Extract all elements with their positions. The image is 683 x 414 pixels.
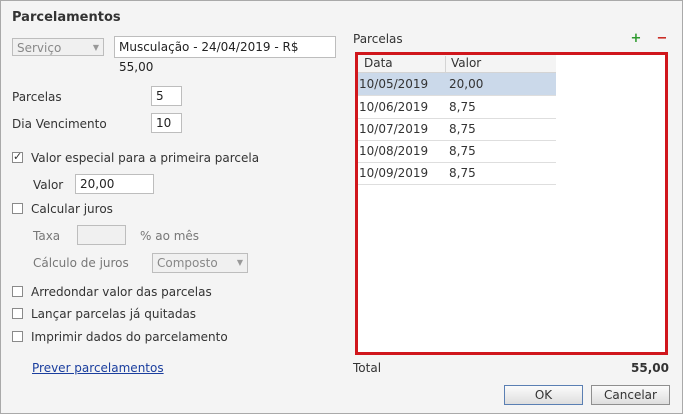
dialog-title: Parcelamentos (12, 10, 121, 25)
column-header-data[interactable]: Data (364, 56, 393, 70)
minus-icon[interactable]: − (656, 32, 668, 45)
table-row[interactable]: 10/06/2019 8,75 (358, 96, 556, 119)
dia-vencimento-input-value: 10 (156, 116, 172, 130)
valor-especial-label: Valor especial para a primeira parcela (31, 151, 260, 165)
taxa-label: Taxa (33, 229, 61, 243)
column-header-valor[interactable]: Valor (451, 56, 481, 70)
table-row[interactable]: 10/05/2019 20,00 (358, 73, 556, 96)
row-valor-cell: 8,75 (449, 100, 476, 114)
row-data-cell: 10/08/2019 (359, 144, 429, 158)
servico-description-text: Musculação - 24/04/2019 - R$ 55,00 (119, 40, 299, 74)
row-valor-cell: 8,75 (449, 122, 476, 136)
total-value: 55,00 (631, 361, 669, 375)
valor-especial-checkbox[interactable] (12, 150, 23, 163)
calculo-juros-combo[interactable]: Composto ▼ (152, 253, 248, 273)
row-valor-cell: 20,00 (449, 77, 484, 91)
row-data-cell: 10/05/2019 (359, 77, 429, 91)
servico-combo[interactable]: Serviço ▼ (12, 38, 104, 56)
arredondar-label: Arredondar valor das parcelas (31, 285, 212, 299)
total-label: Total (353, 361, 382, 375)
parcelas-input-value: 5 (156, 89, 164, 103)
ok-button[interactable]: OK (504, 385, 583, 405)
row-data-cell: 10/07/2019 (359, 122, 429, 136)
row-data-cell: 10/06/2019 (359, 100, 429, 114)
parcelas-panel-label: Parcelas (353, 32, 403, 46)
table-row[interactable]: 10/07/2019 8,75 (358, 118, 556, 141)
servico-combo-label: Serviço (17, 41, 62, 55)
parcelas-input[interactable]: 5 (151, 86, 182, 106)
valor-label: Valor (33, 178, 64, 192)
arredondar-checkbox[interactable] (12, 286, 23, 297)
chevron-down-icon: ▼ (236, 258, 243, 267)
lancar-quitadas-label: Lançar parcelas já quitadas (31, 307, 197, 321)
calcular-juros-label: Calcular juros (31, 202, 113, 216)
row-valor-cell: 8,75 (449, 166, 476, 180)
calcular-juros-checkbox[interactable] (12, 203, 23, 214)
dia-vencimento-input[interactable]: 10 (151, 113, 182, 133)
table-row[interactable]: 10/08/2019 8,75 (358, 140, 556, 163)
taxa-unit-label: % ao mês (140, 229, 200, 243)
dia-vencimento-label: Dia Vencimento (12, 117, 107, 131)
calculo-juros-label: Cálculo de juros (33, 256, 129, 270)
valor-input[interactable]: 20,00 (75, 174, 154, 194)
column-separator (445, 56, 446, 73)
chevron-down-icon: ▼ (92, 43, 99, 52)
servico-description-field[interactable]: Musculação - 24/04/2019 - R$ 55,00 (114, 36, 336, 74)
row-data-cell: 10/09/2019 (359, 166, 429, 180)
grid-header: Data Valor (358, 55, 556, 73)
prever-parcelamentos-link[interactable]: Prever parcelamentos (32, 361, 164, 375)
row-valor-cell: 8,75 (449, 144, 476, 158)
table-row[interactable]: 10/09/2019 8,75 (358, 162, 556, 185)
parcelamentos-dialog: Parcelamentos Serviço ▼ Musculação - 24/… (0, 0, 683, 414)
cancel-button[interactable]: Cancelar (591, 385, 670, 405)
plus-icon[interactable]: + (630, 32, 642, 45)
imprimir-label: Imprimir dados do parcelamento (31, 330, 228, 344)
calculo-juros-combo-value: Composto (157, 256, 218, 270)
taxa-input[interactable] (77, 225, 126, 245)
imprimir-checkbox[interactable] (12, 331, 23, 342)
lancar-quitadas-checkbox[interactable] (12, 308, 23, 319)
parcelas-grid: Data Valor 10/05/2019 20,00 10/06/2019 8… (355, 52, 668, 355)
valor-input-value: 20,00 (80, 177, 115, 191)
parcelas-label: Parcelas (12, 90, 62, 104)
